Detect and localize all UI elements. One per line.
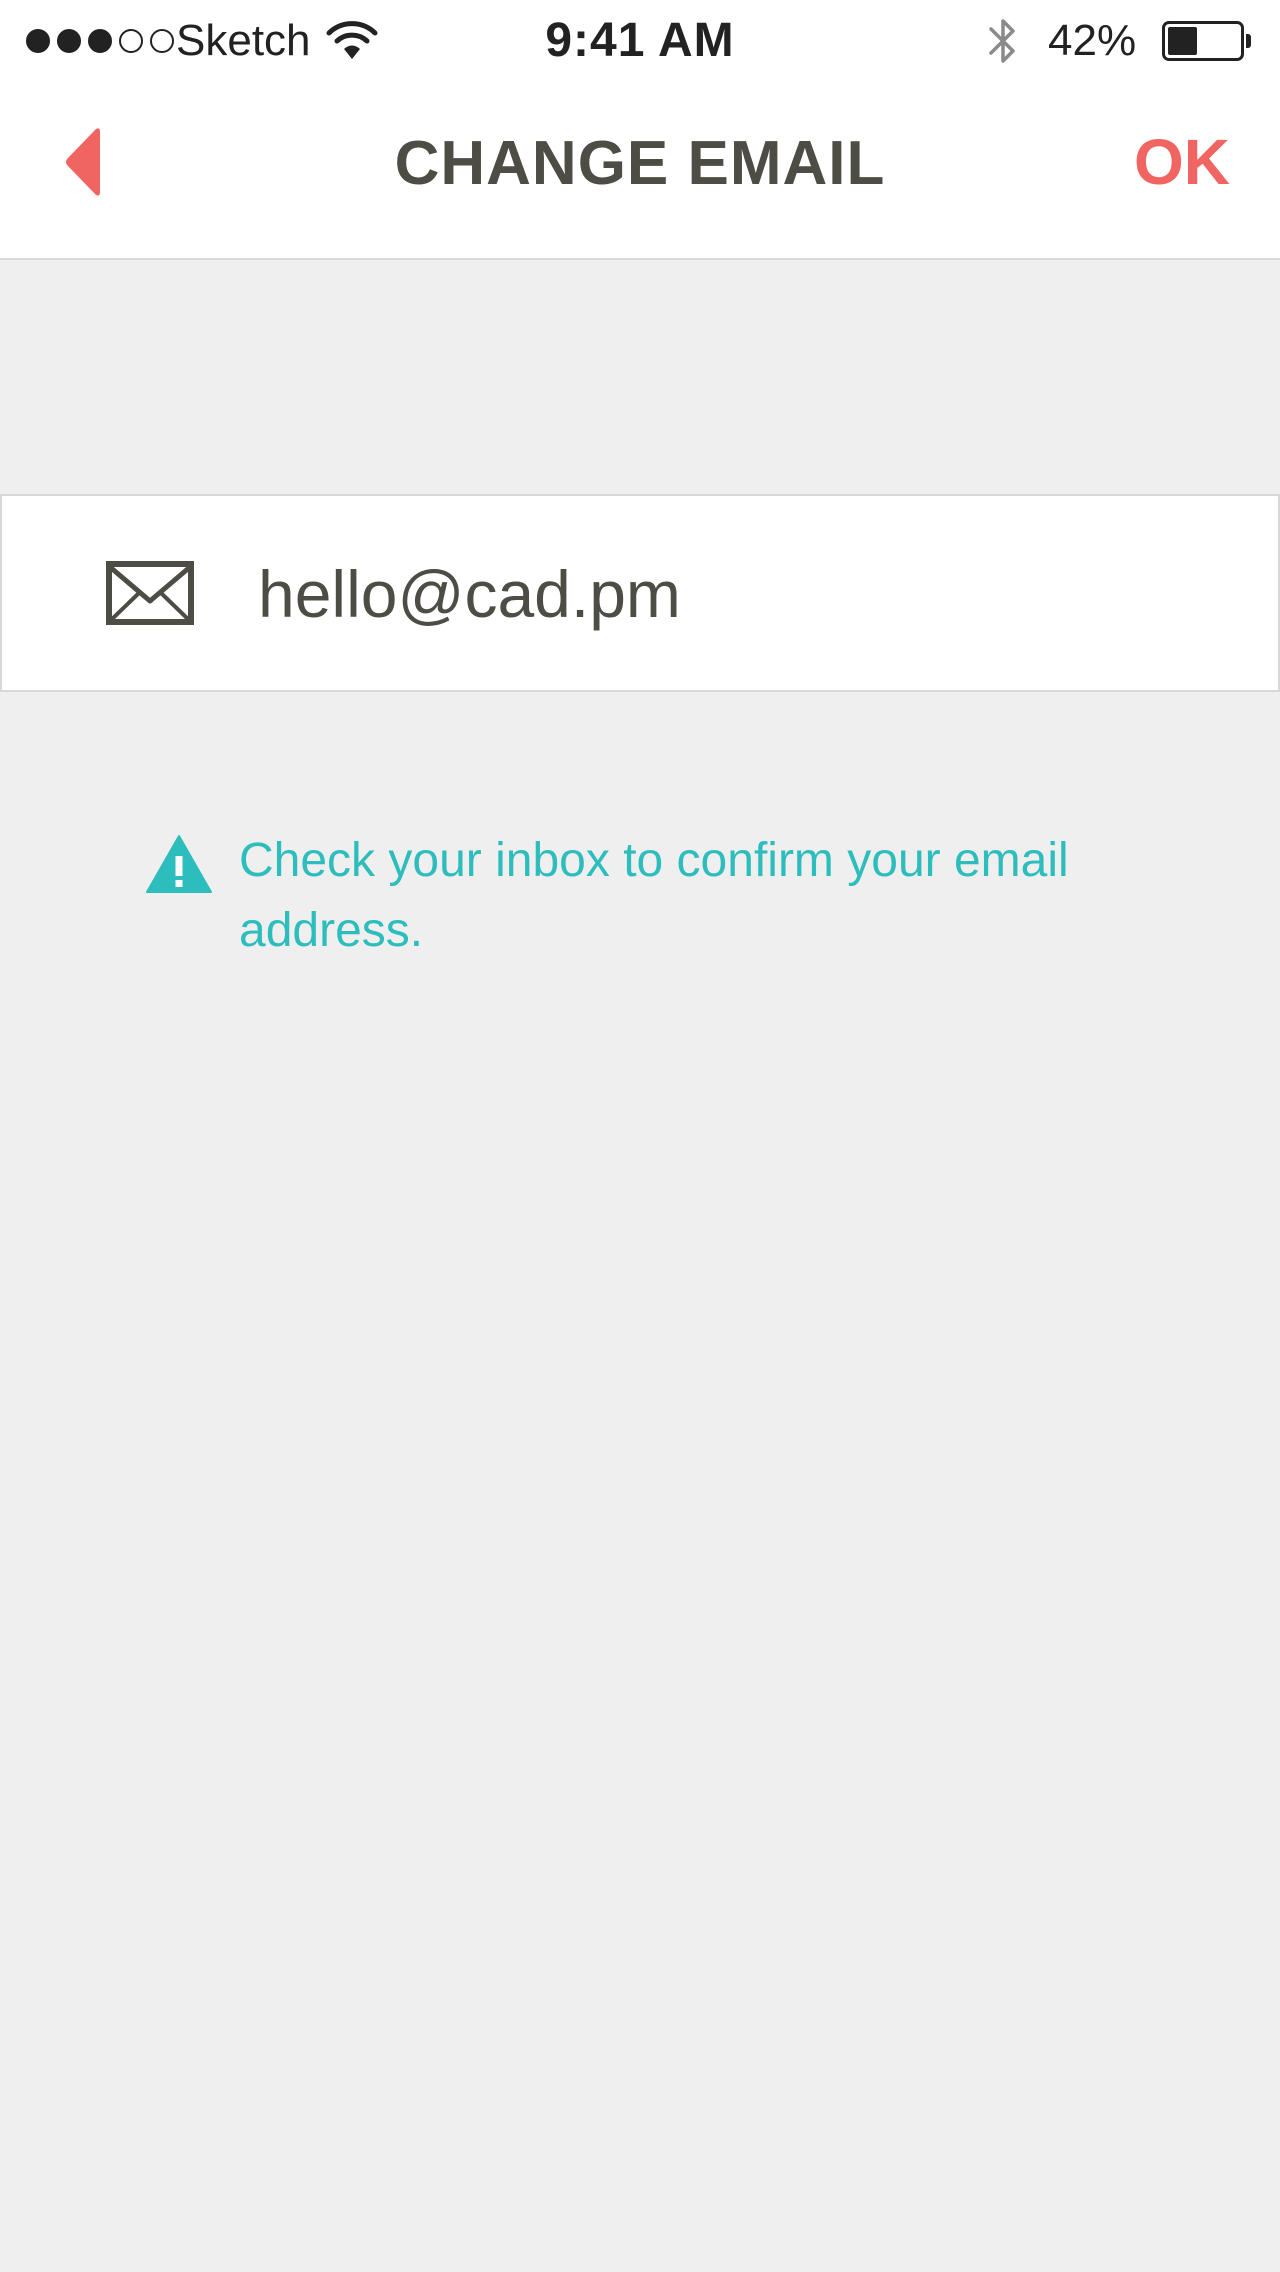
- confirmation-notice: Check your inbox to confirm your email a…: [146, 826, 1146, 976]
- email-input[interactable]: [258, 546, 1238, 642]
- status-bar: Sketch 9:41 AM 42%: [0, 0, 1280, 82]
- notice-text: Check your inbox to confirm your email a…: [239, 834, 1069, 957]
- battery-nub: [1246, 34, 1251, 48]
- battery-level: [1168, 27, 1197, 55]
- envelope-icon: [106, 561, 194, 625]
- navigation-bar: CHANGE EMAIL OK: [0, 82, 1280, 260]
- bluetooth-icon: [989, 19, 1015, 63]
- warning-icon: [146, 835, 212, 893]
- page-title: CHANGE EMAIL: [394, 129, 886, 198]
- battery-percentage: 42%: [1048, 16, 1137, 65]
- battery-icon: [1162, 21, 1252, 61]
- email-field-row: [0, 494, 1280, 692]
- ok-button[interactable]: OK: [1100, 124, 1230, 200]
